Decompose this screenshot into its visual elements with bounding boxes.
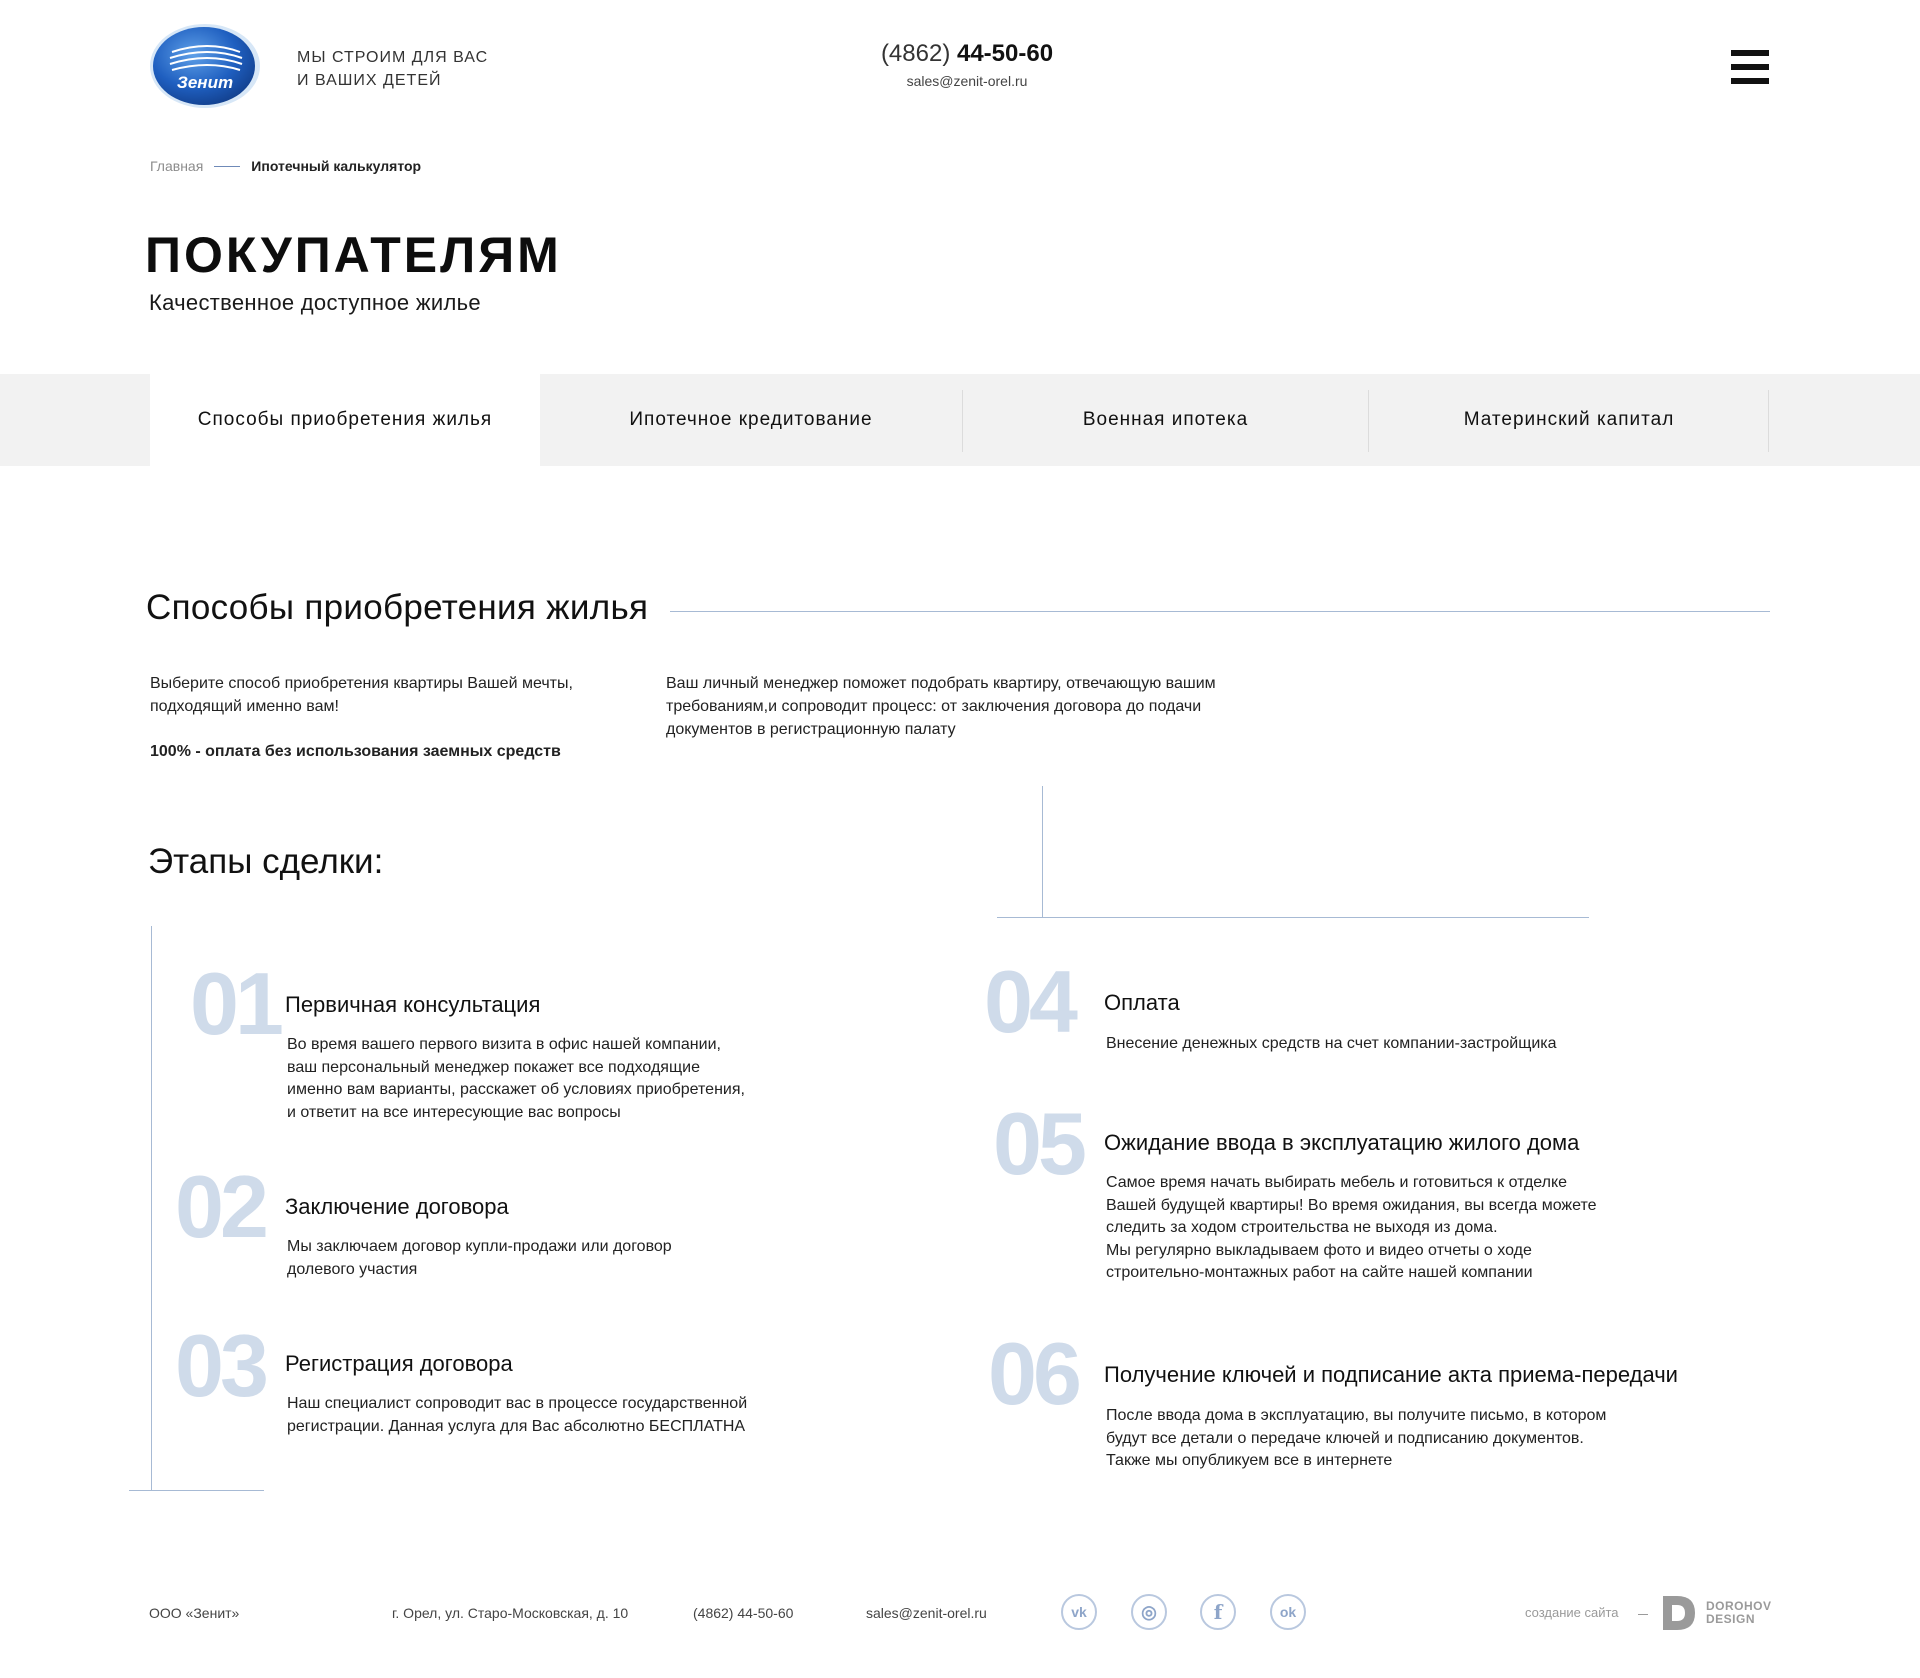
step-title: Заключение договора xyxy=(285,1194,509,1219)
step-title: Получение ключей и подписание акта прием… xyxy=(1104,1362,1678,1387)
step-number: 04 xyxy=(984,952,1078,1051)
made-by-dash xyxy=(1638,1614,1648,1615)
breadcrumb-current: Ипотечный калькулятор xyxy=(251,158,422,174)
step-number: 06 xyxy=(988,1324,1082,1423)
tagline-line-2: И ВАШИХ ДЕТЕЙ xyxy=(297,72,442,89)
step-number: 03 xyxy=(175,1316,269,1415)
section-title: Способы приобретения жилья xyxy=(146,588,649,627)
facebook-icon[interactable]: f xyxy=(1200,1594,1236,1630)
header-email[interactable]: sales@zenit-orel.ru xyxy=(860,73,1074,89)
tagline-line-1: МЫ СТРОИМ ДЛЯ ВАС xyxy=(297,49,489,66)
tagline: МЫ СТРОИМ ДЛЯ ВАС И ВАШИХ ДЕТЕЙ xyxy=(297,46,488,92)
hamburger-icon[interactable] xyxy=(1731,50,1769,90)
tab-maternity-capital[interactable]: Материнский капитал xyxy=(1369,374,1769,466)
phone-code: (4862) xyxy=(880,40,951,67)
zenit-logo[interactable]: Зенит xyxy=(148,22,262,110)
step-number: 05 xyxy=(993,1094,1087,1193)
step-text: Мы заключаем договор купли-продажи или д… xyxy=(287,1238,672,1278)
footer-phone[interactable]: (4862) 44-50-60 xyxy=(693,1605,793,1621)
tab-purchase-methods[interactable]: Способы приобретения жилья xyxy=(150,374,540,466)
decor-line xyxy=(129,1490,264,1491)
header-contacts: (4862) 44-50-60 sales@zenit-orel.ru xyxy=(860,40,1074,89)
step-text: Самое время начать выбирать мебель и гот… xyxy=(1106,1174,1597,1281)
step-number: 01 xyxy=(190,954,284,1053)
intro-left: Выберите способ приобретения квартиры Ва… xyxy=(150,672,630,763)
step-title: Первичная консультация xyxy=(285,992,541,1017)
breadcrumb-separator xyxy=(214,165,241,167)
intro-left-text: Выберите способ приобретения квартиры Ва… xyxy=(150,675,573,715)
footer-company: ООО «Зенит» xyxy=(149,1605,240,1621)
header-phone[interactable]: (4862) 44-50-60 xyxy=(860,40,1074,68)
tab-military-mortgage[interactable]: Военная ипотека xyxy=(963,374,1368,466)
page-subtitle: Качественное доступное жилье xyxy=(149,290,481,315)
studio-line-2: DESIGN xyxy=(1706,1612,1756,1626)
stages-title: Этапы сделки: xyxy=(148,842,384,881)
step-text: Внесение денежных средств на счет компан… xyxy=(1106,1035,1557,1052)
step-title: Регистрация договора xyxy=(285,1351,513,1376)
decor-line xyxy=(151,926,152,1490)
intro-right-text: Ваш личный менеджер поможет подобрать кв… xyxy=(666,675,1216,738)
tab-divider xyxy=(1768,390,1769,452)
made-by-label: создание сайта xyxy=(1525,1605,1619,1620)
page-title: ПОКУПАТЕЛЯМ xyxy=(145,227,562,283)
svg-text:Зенит: Зенит xyxy=(177,73,233,92)
step-title: Ожидание ввода в эксплуатацию жилого дом… xyxy=(1104,1130,1580,1155)
phone-number: 44-50-60 xyxy=(956,40,1054,67)
breadcrumb-home[interactable]: Главная xyxy=(150,158,203,174)
vk-icon[interactable]: vk xyxy=(1061,1594,1097,1630)
tab-mortgage[interactable]: Ипотечное кредитование xyxy=(540,374,962,466)
step-text: После ввода дома в эксплуатацию, вы полу… xyxy=(1106,1407,1607,1469)
section-title-line xyxy=(670,611,1770,612)
decor-line xyxy=(1042,786,1043,918)
intro-left-bold: 100% - оплата без использования заемных … xyxy=(150,743,561,760)
step-text: Наш специалист сопроводит вас в процессе… xyxy=(287,1395,748,1435)
step-text: Во время вашего первого визита в офис на… xyxy=(287,1036,745,1121)
footer-address: г. Орел, ул. Старо-Московская, д. 10 xyxy=(392,1605,629,1621)
step-title: Оплата xyxy=(1104,990,1180,1015)
instagram-icon[interactable]: ◎ xyxy=(1131,1594,1167,1630)
odnoklassniki-icon[interactable]: ok xyxy=(1270,1594,1306,1630)
dorohov-design-logo[interactable] xyxy=(1661,1594,1697,1632)
decor-line xyxy=(997,917,1589,918)
dorohov-design-text: DOROHOV DESIGN xyxy=(1706,1600,1772,1626)
step-number: 02 xyxy=(175,1157,269,1256)
footer-email[interactable]: sales@zenit-orel.ru xyxy=(866,1605,987,1621)
breadcrumb: Главная Ипотечный калькулятор xyxy=(150,158,421,174)
